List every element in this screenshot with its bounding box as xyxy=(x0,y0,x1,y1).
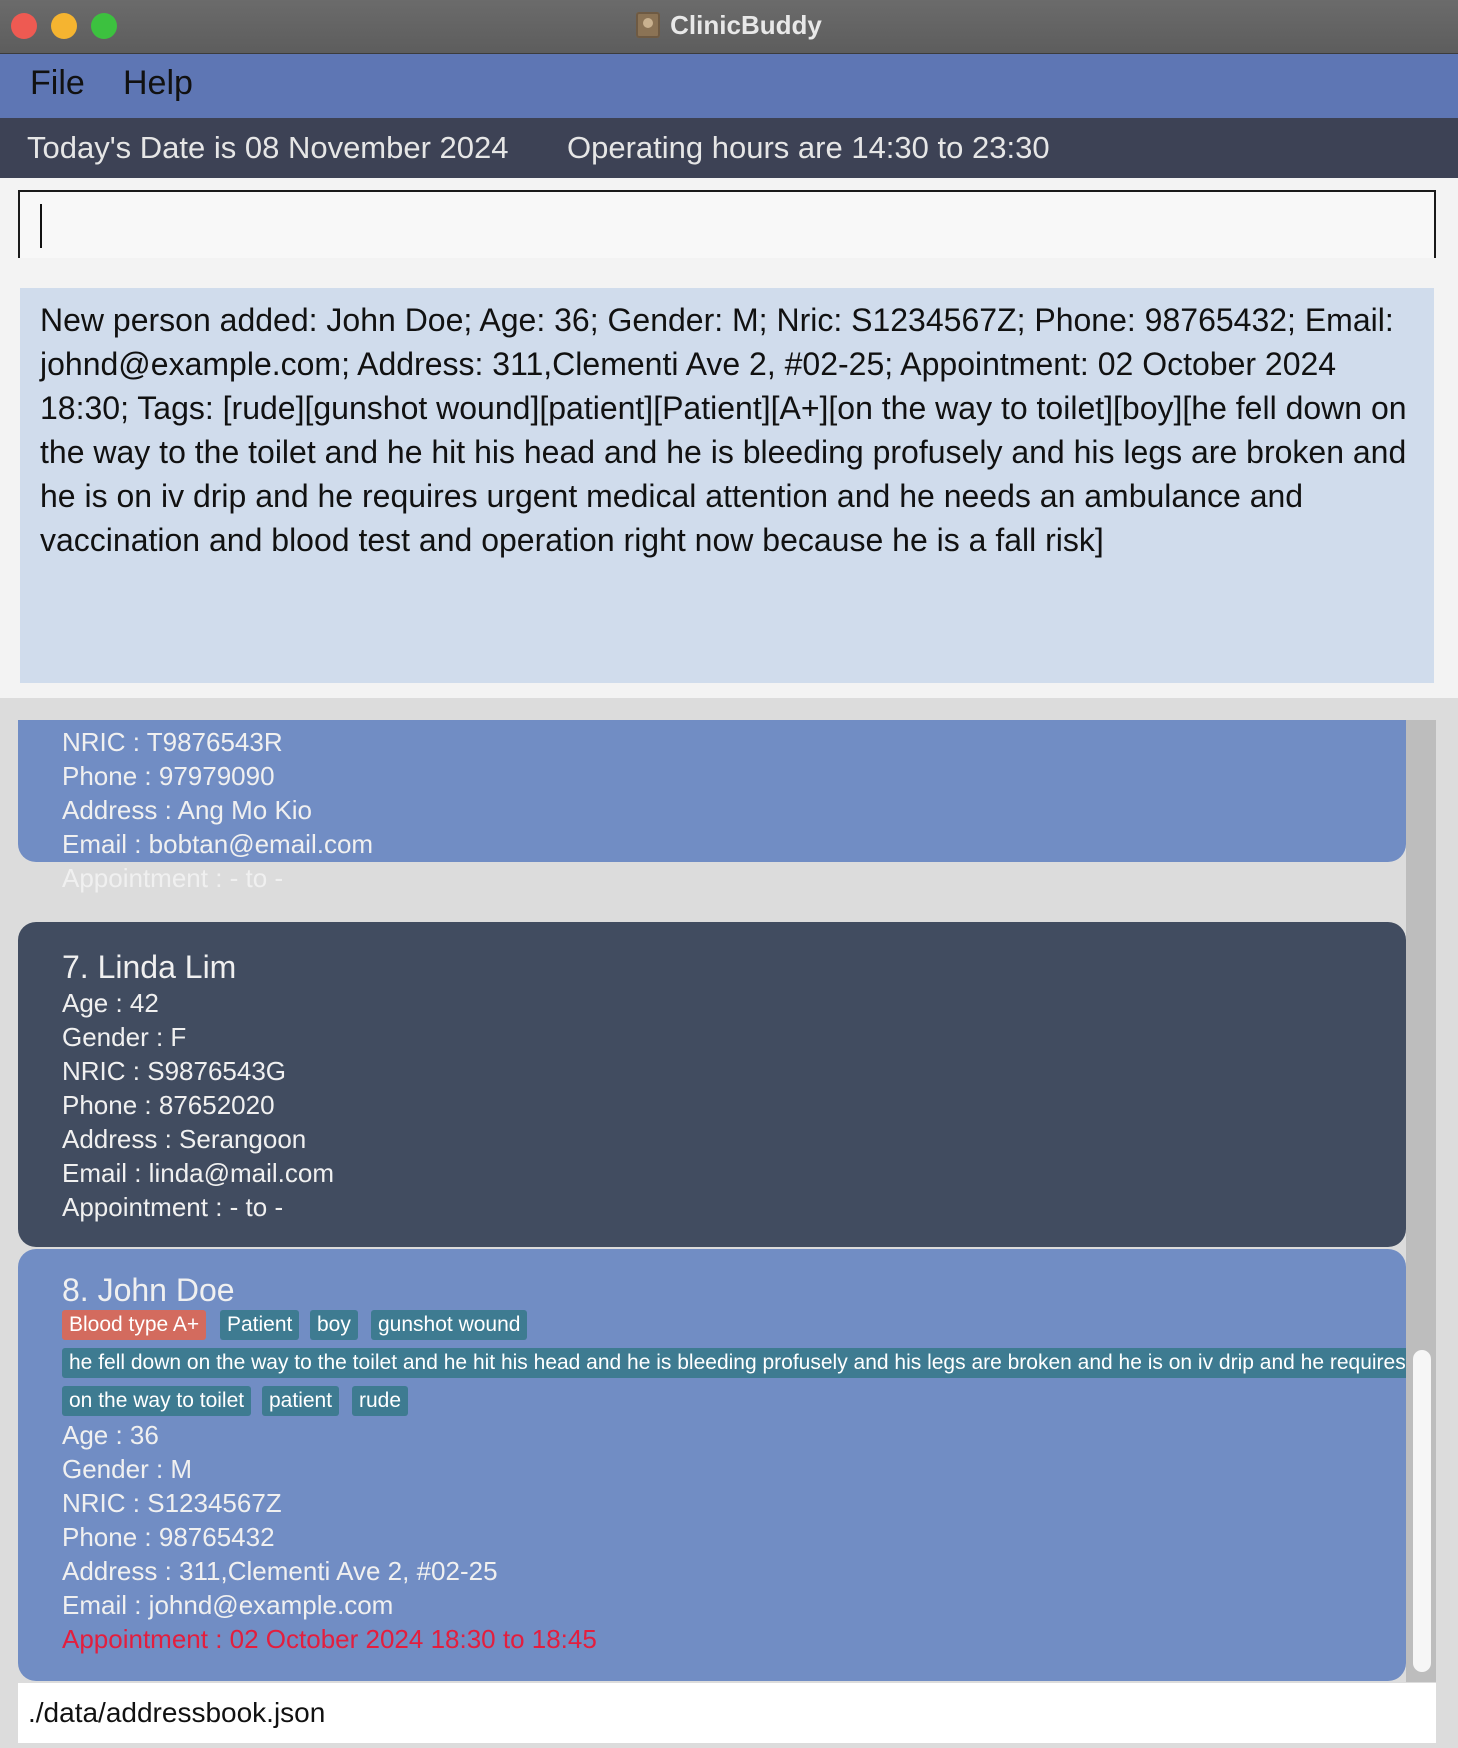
list-scrollbar[interactable] xyxy=(1406,720,1436,1682)
person-email: Email : johnd@example.com xyxy=(62,1590,394,1620)
tag-long-note: he fell down on the way to the toilet an… xyxy=(62,1348,1406,1378)
storage-path-footer: ./data/addressbook.json xyxy=(18,1683,1436,1743)
person-phone: Phone : 87652020 xyxy=(62,1090,275,1120)
person-card-john[interactable]: 8. John Doe Blood type A+ Patient boy gu… xyxy=(18,1249,1406,1681)
person-email: Email : linda@mail.com xyxy=(62,1158,335,1188)
person-nric: NRIC : S9876543G xyxy=(62,1056,287,1086)
today-date-label: Today's Date is 08 November 2024 xyxy=(27,130,509,165)
person-age: Age : 36 xyxy=(62,1420,159,1450)
tag-gunshot-wound: gunshot wound xyxy=(371,1310,528,1340)
menu-file[interactable]: File xyxy=(30,64,85,103)
title-bar: ClinicBuddy xyxy=(0,0,1458,54)
person-address: Address : Ang Mo Kio xyxy=(62,795,313,825)
person-gender: Gender : F xyxy=(62,1022,187,1052)
person-phone: Phone : 97979090 xyxy=(62,761,275,791)
person-list[interactable]: NRIC : T9876543R NRIC : T9876543R Phone … xyxy=(18,720,1406,1682)
tag-boy: boy xyxy=(310,1310,358,1340)
command-area xyxy=(0,178,1458,262)
menu-help[interactable]: Help xyxy=(123,64,193,103)
info-bar: Today's Date is 08 November 2024 Operati… xyxy=(0,118,1458,178)
person-nric: NRIC : T9876543R xyxy=(62,727,283,757)
person-appointment: Appointment : 02 October 2024 18:30 to 1… xyxy=(62,1624,597,1654)
tag-patient: Patient xyxy=(220,1310,300,1340)
person-address: Address : 311,Clementi Ave 2, #02-25 xyxy=(62,1556,498,1586)
app-contact-icon xyxy=(636,12,661,38)
person-phone: Phone : 98765432 xyxy=(62,1522,275,1552)
scrollbar-thumb[interactable] xyxy=(1413,1350,1431,1672)
menu-bar: File Help xyxy=(0,54,1458,118)
person-age: Age : 42 xyxy=(62,988,159,1018)
person-address: Address : Serangoon xyxy=(62,1124,307,1154)
person-appointment: Appointment : - to - xyxy=(62,863,284,893)
window-title-group: ClinicBuddy xyxy=(0,0,1458,50)
result-display: New person added: John Doe; Age: 36; Gen… xyxy=(20,288,1434,683)
tag-rude: rude xyxy=(352,1386,409,1416)
window-title: ClinicBuddy xyxy=(670,9,822,40)
operating-hours-label: Operating hours are 14:30 to 23:30 xyxy=(567,130,1050,165)
person-nric: NRIC : S1234567Z xyxy=(62,1488,282,1518)
person-card-bob-details[interactable]: NRIC : T9876543R Phone : 97979090 Addres… xyxy=(18,720,1406,893)
person-name: 7. Linda Lim xyxy=(62,949,237,985)
person-appointment: Appointment : - to - xyxy=(62,1192,284,1222)
command-input[interactable] xyxy=(18,190,1436,258)
text-caret xyxy=(40,204,42,248)
tag-on-the-way-to-toilet: on the way to toilet xyxy=(62,1386,252,1416)
tag-patient-lower: patient xyxy=(262,1386,340,1416)
person-gender: Gender : M xyxy=(62,1454,193,1484)
person-email: Email : bobtan@email.com xyxy=(62,829,374,859)
tag-blood-type: Blood type A+ xyxy=(62,1310,207,1340)
person-card-linda[interactable]: 7. Linda Lim Age : 42 Gender : F NRIC : … xyxy=(18,922,1406,1247)
person-name: 8. John Doe xyxy=(62,1272,235,1308)
